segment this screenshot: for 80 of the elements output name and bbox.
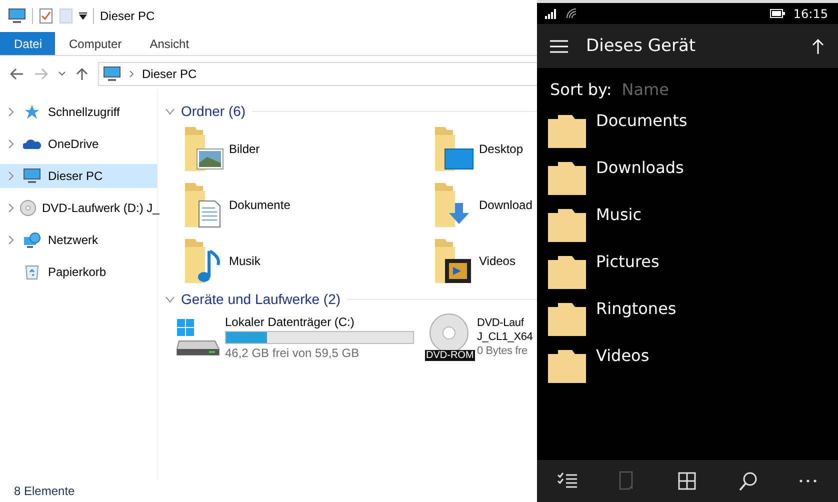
search-icon[interactable] xyxy=(738,471,758,491)
nav-label: OneDrive xyxy=(48,137,99,151)
folder-icon[interactable] xyxy=(548,301,586,336)
drive-name[interactable]: J_CL1_X64 xyxy=(477,331,533,343)
chevron-icon[interactable] xyxy=(8,139,14,149)
folder-label[interactable]: Videos xyxy=(479,254,516,268)
sort-label: Sort by: xyxy=(550,80,612,101)
folder-label[interactable]: Desktop xyxy=(479,142,524,156)
monitor-icon xyxy=(23,168,41,184)
battery-icon xyxy=(770,9,786,18)
group-header[interactable]: Geräte und Laufwerke (2) xyxy=(181,291,341,307)
recycle-bin-icon xyxy=(25,264,39,280)
computer-icon[interactable] xyxy=(8,8,26,24)
properties-icon[interactable] xyxy=(39,8,53,24)
status-text: 8 Elemente xyxy=(14,484,75,498)
drive-type-label: DVD-ROM xyxy=(425,350,475,361)
ribbon-tab[interactable]: Computer xyxy=(55,32,136,55)
nav-item[interactable]: Schnellzugriff xyxy=(0,100,157,124)
folder-label[interactable]: Musik xyxy=(229,254,260,268)
nav-item[interactable]: OneDrive xyxy=(0,132,157,156)
nav-label: Dieser PC xyxy=(48,169,103,183)
chevron-icon[interactable] xyxy=(8,235,14,245)
folder-icon[interactable] xyxy=(548,160,586,195)
nav-label: Netzwerk xyxy=(48,233,98,247)
network-icon xyxy=(23,232,41,248)
clock-text: 16:15 xyxy=(793,6,828,20)
drive-name[interactable]: DVD-Lauf xyxy=(477,317,533,329)
select-list-icon[interactable] xyxy=(557,471,578,491)
folder-icon[interactable] xyxy=(548,348,586,383)
folder-name[interactable]: Videos xyxy=(596,346,650,365)
star-icon xyxy=(24,104,40,120)
chevron-down-icon[interactable] xyxy=(165,296,175,302)
nav-label: DVD-Laufwerk (D:) J_ xyxy=(42,201,160,215)
address-bar[interactable]: Dieser PC xyxy=(98,62,537,86)
nav-label: Schnellzugriff xyxy=(48,105,120,119)
dvd-disc-icon xyxy=(429,313,469,353)
chevron-down-icon[interactable] xyxy=(58,71,66,77)
folder-label[interactable]: Dokumente xyxy=(229,198,290,212)
folder-name[interactable]: Pictures xyxy=(596,252,660,271)
folder-name[interactable]: Music xyxy=(596,205,642,224)
nav-item[interactable]: Netzwerk xyxy=(0,228,157,252)
page-title: Dieses Gerät xyxy=(586,36,697,56)
back-arrow-icon[interactable] xyxy=(10,68,24,80)
drive-name[interactable]: Lokaler Datenträger (C:) xyxy=(225,314,414,328)
chevron-icon[interactable] xyxy=(8,171,14,181)
disc-icon xyxy=(20,200,36,216)
chevron-down-icon[interactable] xyxy=(165,108,175,114)
folder-name[interactable]: Documents xyxy=(596,111,688,130)
ribbon-tab[interactable]: Datei xyxy=(0,32,55,55)
computer-icon xyxy=(103,66,121,82)
cloud-icon xyxy=(23,138,41,150)
nav-item[interactable]: Dieser PC xyxy=(0,164,157,188)
folder-icon[interactable] xyxy=(548,254,586,289)
hard-drive-icon xyxy=(175,317,221,357)
nav-item[interactable]: Papierkorb xyxy=(0,260,157,284)
chevron-right-icon[interactable] xyxy=(129,70,134,78)
free-space-text: 46,2 GB frei von 59,5 GB xyxy=(225,346,360,360)
chevron-icon[interactable] xyxy=(8,107,14,117)
group-header[interactable]: Ordner (6) xyxy=(181,103,246,119)
pictures-folder-icon xyxy=(183,125,225,173)
folder-icon[interactable] xyxy=(548,207,586,242)
wifi-icon xyxy=(566,8,578,19)
chevron-icon[interactable] xyxy=(8,203,14,213)
folder-label[interactable]: Bilder xyxy=(229,142,260,156)
free-space-text: 0 Bytes fre xyxy=(477,345,528,357)
folder-name[interactable]: Ringtones xyxy=(596,299,676,318)
address-path: Dieser PC xyxy=(142,67,197,81)
dropdown-icon[interactable] xyxy=(79,12,87,20)
folder-label[interactable]: Download xyxy=(479,198,532,212)
ribbon-tab[interactable]: Ansicht xyxy=(136,32,204,55)
folder-name[interactable]: Downloads xyxy=(596,158,684,177)
menu-icon[interactable] xyxy=(550,40,568,52)
tiles-icon[interactable] xyxy=(677,471,698,491)
signal-icon xyxy=(545,8,558,18)
desktop-folder-icon xyxy=(433,125,475,173)
nav-label: Papierkorb xyxy=(48,265,106,279)
folder-icon[interactable] xyxy=(548,113,586,148)
window-title: Dieser PC xyxy=(100,9,155,23)
nav-item[interactable]: DVD-Laufwerk (D:) J_ xyxy=(0,196,157,220)
sort-value[interactable]: Name xyxy=(622,80,669,101)
